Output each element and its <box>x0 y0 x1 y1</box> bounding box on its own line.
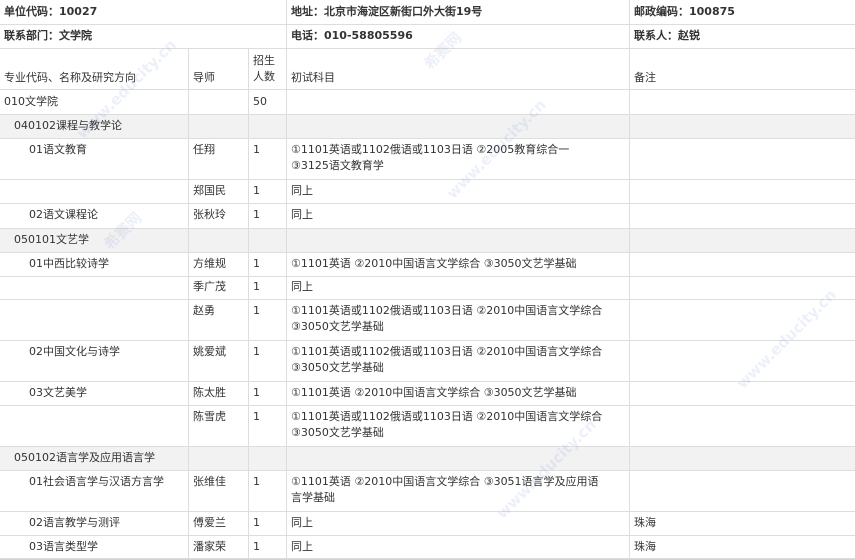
major-row: 050102语言学及应用语言学 <box>14 451 155 464</box>
enroll-count: 1 <box>253 475 260 488</box>
advisor-name: 任翔 <box>193 143 215 156</box>
note-cell: 珠海 <box>634 540 656 553</box>
college-name: 010文学院 <box>4 95 58 108</box>
exam-subjects: 同上 <box>291 540 313 553</box>
enroll-count: 1 <box>253 208 260 221</box>
advisor-name: 姚爱斌 <box>193 345 226 358</box>
enroll-count: 1 <box>253 540 260 553</box>
direction-name: 02语文课程论 <box>29 208 98 221</box>
exam-subjects: 同上 <box>291 280 313 293</box>
enroll-count: 1 <box>253 345 260 358</box>
advisor-name: 陈雪虎 <box>193 410 226 423</box>
enroll-count: 1 <box>253 257 260 270</box>
col-header-enroll-line2: 人数 <box>253 70 275 83</box>
exam-subjects-cont: ③3050文艺学基础 <box>291 320 384 333</box>
exam-subjects: ①1101英语 ②2010中国语言文学综合 ③3051语言学及应用语 <box>291 475 599 488</box>
exam-subjects: 同上 <box>291 208 313 221</box>
address: 地址：北京市海淀区新街口外大街19号 <box>291 5 483 18</box>
postal-code: 邮政编码：100875 <box>634 5 735 18</box>
direction-name: 01中西比较诗学 <box>29 257 109 270</box>
direction-name: 01语文教育 <box>29 143 87 156</box>
advisor-name: 张维佳 <box>193 475 226 488</box>
note-cell: 珠海 <box>634 516 656 529</box>
exam-subjects-cont: ③3050文艺学基础 <box>291 361 384 374</box>
enroll-count: 1 <box>253 516 260 529</box>
advisor-name: 赵勇 <box>193 304 215 317</box>
unit-code: 单位代码：10027 <box>4 5 98 18</box>
enroll-count: 1 <box>253 280 260 293</box>
exam-subjects: ①1101英语或1102俄语或1103日语 ②2005教育综合一 <box>291 143 570 156</box>
exam-subjects: 同上 <box>291 516 313 529</box>
exam-subjects-cont: 言学基础 <box>291 491 335 504</box>
watermark-brand: 希赛网 <box>420 28 466 74</box>
exam-subjects: ①1101英语 ②2010中国语言文学综合 ③3050文艺学基础 <box>291 386 577 399</box>
enroll-count: 1 <box>253 410 260 423</box>
advisor-name: 张秋玲 <box>193 208 226 221</box>
section-row-bg <box>0 114 855 138</box>
col-header-note: 备注 <box>634 71 656 84</box>
direction-name: 01社会语言学与汉语方言学 <box>29 475 164 488</box>
section-row-bg <box>0 228 855 252</box>
advisor-name: 傅爱兰 <box>193 516 226 529</box>
direction-name: 02语言教学与测评 <box>29 516 120 529</box>
col-header-advisor: 导师 <box>193 71 215 84</box>
phone: 电话：010-58805596 <box>291 29 413 42</box>
col-header-exam: 初试科目 <box>291 71 335 84</box>
advisor-name: 陈太胜 <box>193 386 226 399</box>
exam-subjects-cont: ③3050文艺学基础 <box>291 426 384 439</box>
contact-dept: 联系部门：文学院 <box>4 29 92 42</box>
exam-subjects: ①1101英语或1102俄语或1103日语 ②2010中国语言文学综合 <box>291 345 603 358</box>
enroll-count: 1 <box>253 184 260 197</box>
enroll-count: 1 <box>253 143 260 156</box>
advisor-name: 潘家荣 <box>193 540 226 553</box>
col-header-enroll-line1: 招生 <box>253 54 275 67</box>
advisor-name: 方维规 <box>193 257 226 270</box>
admissions-table: 单位代码：10027 地址：北京市海淀区新街口外大街19号 邮政编码：10087… <box>0 0 855 559</box>
contact-person: 联系人：赵锐 <box>634 29 700 42</box>
advisor-name: 季广茂 <box>193 280 226 293</box>
advisor-name: 郑国民 <box>193 184 226 197</box>
exam-subjects: ①1101英语 ②2010中国语言文学综合 ③3050文艺学基础 <box>291 257 577 270</box>
enroll-count: 1 <box>253 386 260 399</box>
enroll-count: 1 <box>253 304 260 317</box>
watermark-url: www.educity.cn <box>733 285 840 393</box>
exam-subjects-cont: ③3125语文教育学 <box>291 159 384 172</box>
major-row: 040102课程与教学论 <box>14 119 122 132</box>
major-row: 050101文艺学 <box>14 233 89 246</box>
exam-subjects: ①1101英语或1102俄语或1103日语 ②2010中国语言文学综合 <box>291 410 603 423</box>
direction-name: 03语言类型学 <box>29 540 98 553</box>
direction-name: 02中国文化与诗学 <box>29 345 120 358</box>
col-header-major: 专业代码、名称及研究方向 <box>4 71 136 84</box>
exam-subjects: ①1101英语或1102俄语或1103日语 ②2010中国语言文学综合 <box>291 304 603 317</box>
college-count: 50 <box>253 95 267 108</box>
exam-subjects: 同上 <box>291 184 313 197</box>
direction-name: 03文艺美学 <box>29 386 87 399</box>
